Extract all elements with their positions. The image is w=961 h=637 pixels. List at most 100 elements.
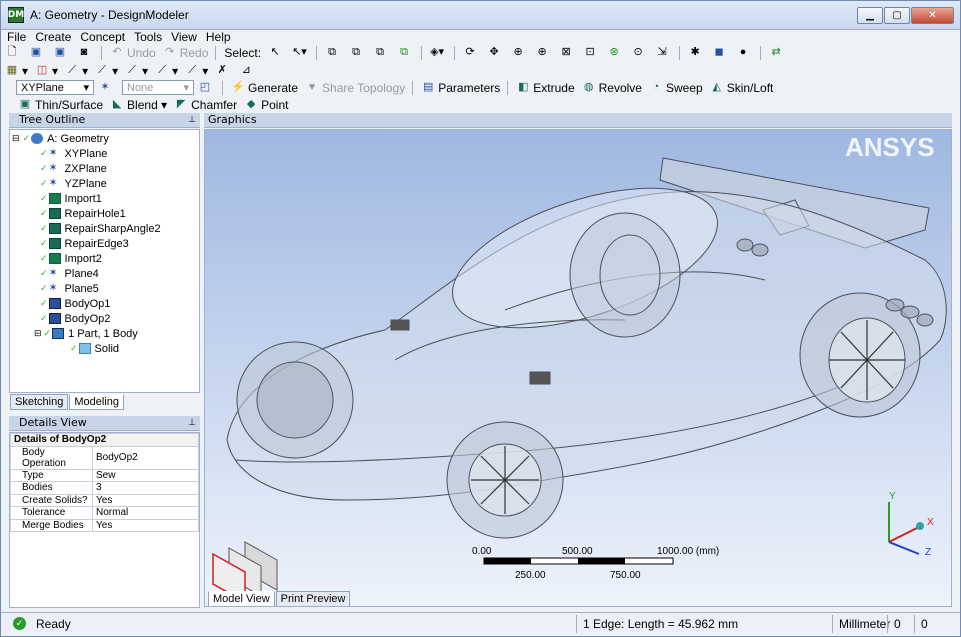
tab-model-view[interactable]: Model View [208,591,275,606]
menu-tools[interactable]: Tools [131,30,165,44]
scale-label-500: 500.00 [562,546,593,557]
save-button[interactable]: ▣ [26,45,49,61]
zoom-in-button[interactable]: ⊕ [532,45,555,61]
tree-item-plane5[interactable]: ✓ ✶ Plane5 [40,281,99,296]
line-style-dropdown-2[interactable]: ⟋ ▾ [92,63,121,79]
line-style-dropdown-3[interactable]: ⟋ ▾ [122,63,151,79]
hide-show-button[interactable]: ⇄ [766,45,789,61]
menu-create[interactable]: Create [32,30,74,44]
new-plane-button[interactable]: ✶ [95,80,118,96]
select-edge-button[interactable]: ⧉ [346,45,369,61]
detail-row[interactable]: Bodies 3 [10,481,199,495]
zoom-fit-button[interactable]: ⊡ [580,45,603,61]
tree-item-bodyop1[interactable]: ✓ BodyOp1 [40,296,110,311]
menu-concept[interactable]: Concept [77,30,128,44]
pin-icon[interactable]: ⊥ [188,416,196,430]
tree-item-xyplane[interactable]: ✓ ✶ XYPlane [40,146,107,161]
extrude-button[interactable]: ◧ Extrude [513,80,577,96]
tab-modeling[interactable]: Modeling [69,394,124,410]
thin-surface-button[interactable]: ▣ Thin/Surface [15,97,106,113]
box-zoom-button[interactable]: ⊠ [556,45,579,61]
previous-view-button[interactable]: ⇲ [652,45,675,61]
new-button[interactable]: 🗋 [2,45,25,61]
point-button[interactable]: ◆ Point [241,97,291,113]
detail-row[interactable]: Merge Bodies Yes [10,518,199,532]
detail-value[interactable]: BodyOp2 [92,445,199,470]
frame-mode-dropdown[interactable]: ◫ ▾ [32,63,61,79]
graphics-viewport[interactable]: ANSYS 0.00 500.00 1000.00 (mm) 250.00 75… [204,129,952,607]
display-model-button[interactable]: ◼ [709,45,732,61]
zoom-button[interactable]: ⊕ [508,45,531,61]
detail-value[interactable]: 3 [92,481,199,495]
generate-button[interactable]: ⚡ Generate [228,80,301,96]
units-indicator[interactable]: Millimeter [832,615,890,633]
tree-item-parts[interactable]: ⊟ ✓ 1 Part, 1 Body [34,326,138,341]
menu-help[interactable]: Help [203,30,234,44]
magnifier-button[interactable]: ⊙ [628,45,651,61]
detail-key: Tolerance [10,506,93,520]
tree-item-solid[interactable]: ✓ Solid [70,341,119,356]
select-face-button[interactable]: ⧉ [370,45,393,61]
select-filter-dropdown[interactable]: ↖▾ [289,45,312,61]
chamfer-button[interactable]: ◤ Chamfer [171,97,240,113]
select-body-button[interactable]: ⧉ [394,45,417,61]
menu-view[interactable]: View [168,30,200,44]
select-point-button[interactable]: ⧉ [322,45,345,61]
sketch-select[interactable]: None ▾ [122,80,194,95]
skin-loft-button[interactable]: ◭ Skin/Loft [707,80,777,96]
close-button[interactable]: ✕ [911,7,954,24]
maximize-button[interactable]: ▢ [884,7,910,24]
line-style-dropdown-5[interactable]: ⟋ ▾ [182,63,211,79]
redo-button[interactable]: ↷ Redo [160,45,212,61]
revolve-button[interactable]: ◍ Revolve [579,80,645,96]
look-at-button[interactable]: ✱ [685,45,708,61]
tree-item-repairedge3[interactable]: ✓ RepairEdge3 [40,236,129,251]
display-vertex-button[interactable]: ● [733,45,756,61]
detail-row[interactable]: Body Operation BodyOp2 [10,445,199,470]
pan-button[interactable]: ✥ [484,45,507,61]
display-mode-dropdown[interactable]: ▦ ▾ [2,63,31,79]
tree-item-repairhole1[interactable]: ✓ RepairHole1 [40,206,126,221]
parameters-button[interactable]: ▤ Parameters [418,80,503,96]
tree-item-zxplane[interactable]: ✓ ✶ ZXPlane [40,161,107,176]
detail-value[interactable]: Yes [92,493,199,507]
screenshot-button[interactable]: ◙ [74,45,97,61]
tree-item-plane4[interactable]: ✓ ✶ Plane4 [40,266,99,281]
tab-sketching[interactable]: Sketching [10,394,69,410]
line-style-dropdown-1[interactable]: ⟋ ▾ [62,63,91,79]
tree-item-repairsharpangle2[interactable]: ✓ RepairSharpAngle2 [40,221,161,236]
pick-normal-button[interactable]: ✗ [212,63,235,79]
detail-value[interactable]: Sew [92,468,199,482]
menu-file[interactable]: File [4,30,29,44]
new-sketch-button[interactable]: ◰ [195,80,218,96]
select-mode-button[interactable]: ↖ [265,45,288,61]
detail-row[interactable]: Create Solids? Yes [10,493,199,507]
rotate-button[interactable]: ⟳ [460,45,483,61]
detail-value[interactable]: Yes [92,518,199,532]
tree-item-import2[interactable]: ✓ Import2 [40,251,102,266]
detail-value[interactable]: Normal [92,506,199,520]
tab-print-preview[interactable]: Print Preview [275,591,351,606]
minimize-button[interactable]: ▁ [857,7,883,24]
line-style-dropdown-4[interactable]: ⟋ ▾ [152,63,181,79]
save-as-button[interactable]: ▣ [50,45,73,61]
blend-dropdown[interactable]: ◣ Blend ▾ [107,97,170,113]
plane-select-value: XYPlane [21,81,64,94]
zoom-to-fit-button[interactable]: ⊛ [604,45,627,61]
share-topology-button[interactable]: ♥ Share Topology [302,80,408,96]
sweep-button[interactable]: ◔ Sweep [646,80,706,96]
extend-selection-dropdown[interactable]: ◈▾ [427,45,450,61]
tree-item-yzplane[interactable]: ✓ ✶ YZPlane [40,176,107,191]
car-model[interactable] [226,157,947,539]
point-dropdown[interactable]: ⊿ [236,63,259,79]
plane-select[interactable]: XYPlane ▾ [16,80,94,95]
tree-item-a-geometry[interactable]: ⊟ ✓ A: Geometry [12,131,109,146]
undo-button[interactable]: ↶ Undo [107,45,159,61]
pin-icon[interactable]: ⊥ [188,113,196,127]
graphics-header: Graphics [204,113,952,128]
detail-row[interactable]: Tolerance Normal [10,506,199,520]
detail-row[interactable]: Type Sew [10,468,199,482]
tree-item-bodyop2[interactable]: ✓ BodyOp2 [40,311,110,326]
tree-item-import1[interactable]: ✓ Import1 [40,191,102,206]
axis-triad[interactable]: Y X Z [888,491,934,558]
